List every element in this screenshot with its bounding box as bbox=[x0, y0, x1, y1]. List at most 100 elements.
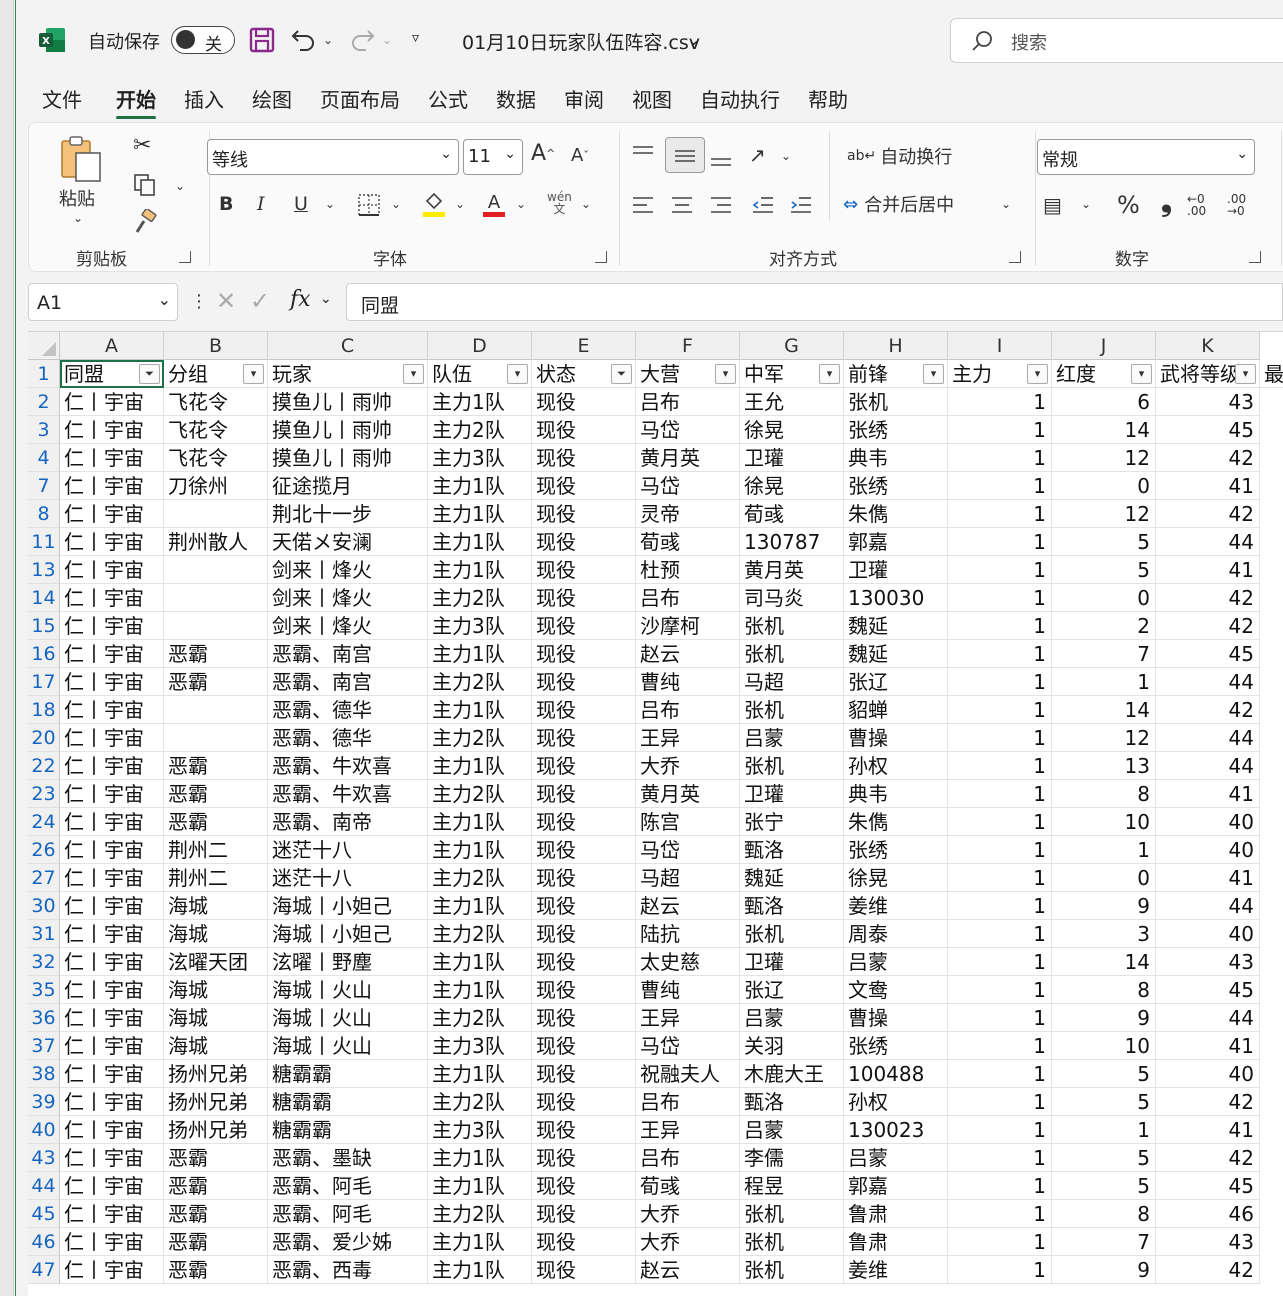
cell[interactable]: 恶霸、德华 bbox=[268, 724, 428, 752]
cell[interactable]: 1 bbox=[948, 444, 1052, 472]
cell[interactable]: 吕蒙 bbox=[740, 1116, 844, 1144]
cell[interactable]: 41 bbox=[1156, 1032, 1260, 1060]
row-header[interactable]: 8 bbox=[28, 500, 60, 528]
cell[interactable]: 赵云 bbox=[636, 1256, 740, 1284]
cell[interactable]: 曹操 bbox=[844, 724, 948, 752]
header-cell[interactable]: 玩家 ▾ bbox=[268, 360, 428, 388]
cell[interactable]: 杜预 bbox=[636, 556, 740, 584]
cell[interactable]: 现役 bbox=[532, 1200, 636, 1228]
cell[interactable]: 马超 bbox=[740, 668, 844, 696]
cell[interactable]: 42 bbox=[1156, 1144, 1260, 1172]
cell[interactable]: 主力1队 bbox=[428, 892, 532, 920]
cell[interactable]: 现役 bbox=[532, 444, 636, 472]
row-header[interactable]: 46 bbox=[28, 1228, 60, 1256]
cell[interactable]: 12 bbox=[1052, 724, 1156, 752]
cell[interactable]: 现役 bbox=[532, 1228, 636, 1256]
row-header[interactable]: 4 bbox=[28, 444, 60, 472]
column-header[interactable]: I bbox=[948, 332, 1052, 360]
cell[interactable]: 40 bbox=[1156, 1060, 1260, 1088]
redo-icon[interactable] bbox=[348, 26, 376, 52]
number-launcher-icon[interactable] bbox=[1249, 251, 1261, 263]
cell[interactable]: 主力1队 bbox=[428, 1172, 532, 1200]
cell[interactable]: 主力2队 bbox=[428, 1088, 532, 1116]
cell[interactable]: 现役 bbox=[532, 948, 636, 976]
cell[interactable]: 现役 bbox=[532, 612, 636, 640]
cell[interactable]: 现役 bbox=[532, 388, 636, 416]
font-name-select[interactable]: 等线 ⌄ bbox=[207, 139, 459, 175]
cell[interactable]: 仁丨宇宙 bbox=[60, 584, 164, 612]
cell[interactable]: 44 bbox=[1156, 1004, 1260, 1032]
cell[interactable]: 5 bbox=[1052, 556, 1156, 584]
column-header[interactable]: F bbox=[636, 332, 740, 360]
cell[interactable]: 曹操 bbox=[844, 1004, 948, 1032]
cell[interactable]: 甄洛 bbox=[740, 1088, 844, 1116]
cell[interactable]: 魏延 bbox=[844, 612, 948, 640]
cell[interactable]: 主力1队 bbox=[428, 1060, 532, 1088]
font-color-icon[interactable]: A bbox=[481, 189, 507, 219]
cell[interactable]: 主力3队 bbox=[428, 1116, 532, 1144]
cell[interactable]: 现役 bbox=[532, 1032, 636, 1060]
decrease-decimal-icon[interactable]: .00 →0 bbox=[1227, 193, 1246, 217]
cell[interactable]: 主力1队 bbox=[428, 640, 532, 668]
row-header[interactable]: 2 bbox=[28, 388, 60, 416]
accounting-chevron-icon[interactable]: ⌄ bbox=[1081, 197, 1091, 211]
cell[interactable]: 仁丨宇宙 bbox=[60, 724, 164, 752]
underline-button[interactable]: U bbox=[294, 193, 308, 215]
header-cell[interactable]: 队伍 ▾ bbox=[428, 360, 532, 388]
cell[interactable]: 主力1队 bbox=[428, 556, 532, 584]
cell[interactable]: 1 bbox=[948, 612, 1052, 640]
cell[interactable]: 仁丨宇宙 bbox=[60, 556, 164, 584]
cell[interactable]: 泫曜天团 bbox=[164, 948, 268, 976]
row-header[interactable]: 22 bbox=[28, 752, 60, 780]
cell[interactable]: 张绣 bbox=[844, 1032, 948, 1060]
paste-chevron-icon[interactable]: ⌄ bbox=[73, 211, 83, 225]
cell[interactable]: 42 bbox=[1156, 1256, 1260, 1284]
cell[interactable]: 魏延 bbox=[740, 864, 844, 892]
cell[interactable]: 1 bbox=[948, 1004, 1052, 1032]
cell[interactable]: 现役 bbox=[532, 584, 636, 612]
customize-toolbar-icon[interactable]: ▿ bbox=[412, 30, 419, 46]
filter-dropdown-icon[interactable]: ▾ bbox=[819, 364, 840, 384]
cell[interactable]: 飞花令 bbox=[164, 444, 268, 472]
cell[interactable]: 王异 bbox=[636, 1004, 740, 1032]
cell[interactable]: 仁丨宇宙 bbox=[60, 864, 164, 892]
cell[interactable]: 仁丨宇宙 bbox=[60, 836, 164, 864]
cell[interactable]: 42 bbox=[1156, 444, 1260, 472]
cell[interactable]: 1 bbox=[948, 1088, 1052, 1116]
cell[interactable]: 主力1队 bbox=[428, 1144, 532, 1172]
cell[interactable]: 44 bbox=[1156, 668, 1260, 696]
cell[interactable]: 扬州兄弟 bbox=[164, 1116, 268, 1144]
cell[interactable]: 1 bbox=[948, 724, 1052, 752]
cell[interactable]: 仁丨宇宙 bbox=[60, 780, 164, 808]
cell[interactable]: 1 bbox=[1052, 668, 1156, 696]
cell[interactable]: 张机 bbox=[740, 752, 844, 780]
cell[interactable]: 李儒 bbox=[740, 1144, 844, 1172]
cell[interactable]: 43 bbox=[1156, 948, 1260, 976]
cell[interactable]: 貂蝉 bbox=[844, 696, 948, 724]
filter-dropdown-icon[interactable]: ▾ bbox=[715, 364, 736, 384]
cell[interactable]: 张机 bbox=[740, 640, 844, 668]
cell[interactable]: 太史慈 bbox=[636, 948, 740, 976]
row-header[interactable]: 18 bbox=[28, 696, 60, 724]
more-options-icon[interactable]: ⋮ bbox=[190, 291, 208, 312]
cell[interactable]: 马岱 bbox=[636, 1032, 740, 1060]
row-header[interactable]: 17 bbox=[28, 668, 60, 696]
cell[interactable]: 马岱 bbox=[636, 836, 740, 864]
cell[interactable]: 仁丨宇宙 bbox=[60, 1032, 164, 1060]
cell[interactable]: 现役 bbox=[532, 528, 636, 556]
cell[interactable]: 主力1队 bbox=[428, 808, 532, 836]
cut-icon[interactable]: ✂ bbox=[133, 133, 151, 158]
cell[interactable]: 现役 bbox=[532, 892, 636, 920]
cell[interactable]: 仁丨宇宙 bbox=[60, 640, 164, 668]
cell[interactable]: 仁丨宇宙 bbox=[60, 500, 164, 528]
cell[interactable]: 大乔 bbox=[636, 1200, 740, 1228]
cell[interactable]: 糖霸霸 bbox=[268, 1060, 428, 1088]
cell[interactable]: 现役 bbox=[532, 556, 636, 584]
cell[interactable]: 郭嘉 bbox=[844, 528, 948, 556]
cell[interactable]: 仁丨宇宙 bbox=[60, 1256, 164, 1284]
cell[interactable]: 马岱 bbox=[636, 472, 740, 500]
cell[interactable]: 1 bbox=[948, 668, 1052, 696]
cell[interactable]: 文鸯 bbox=[844, 976, 948, 1004]
merge-center-button[interactable]: ⇔ 合并后居中 bbox=[843, 191, 954, 217]
cell[interactable] bbox=[164, 724, 268, 752]
